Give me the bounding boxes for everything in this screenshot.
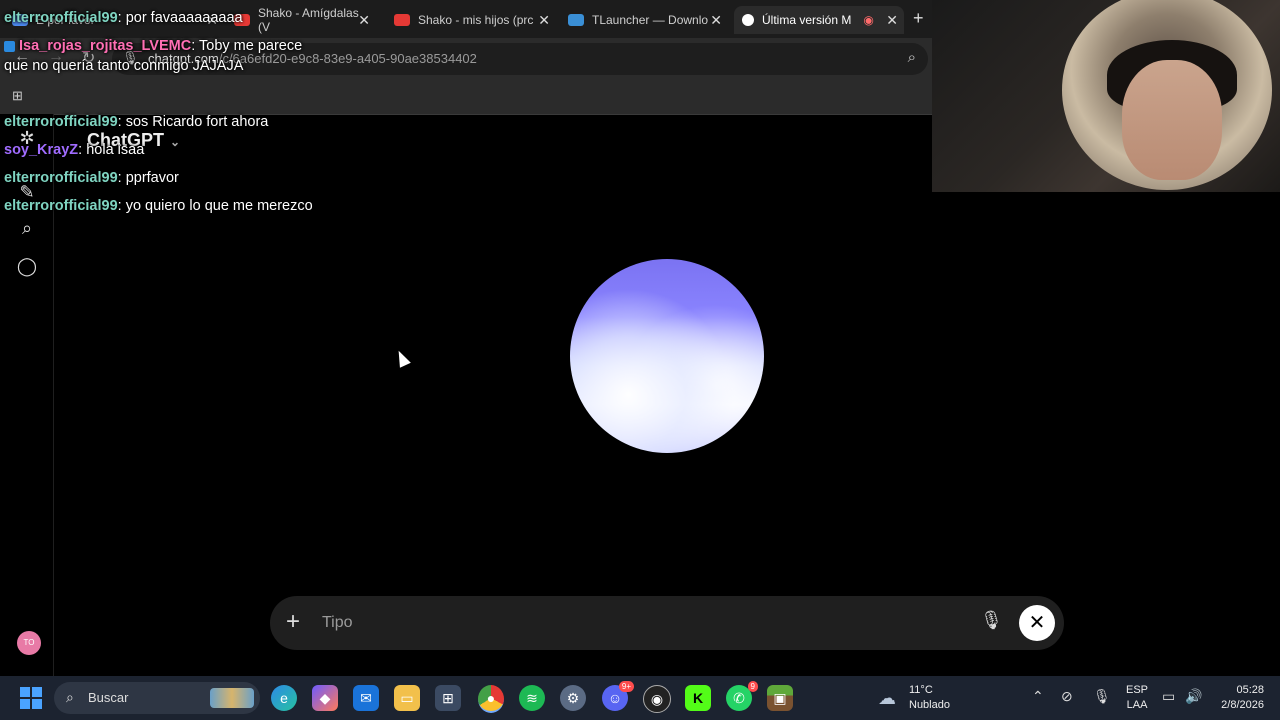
chat-text: : sos Ricardo fort ahora <box>117 114 269 130</box>
youtube-icon <box>394 14 410 26</box>
lang-code: ESP <box>1126 684 1149 696</box>
network-off-icon[interactable]: ⊘ <box>1061 688 1073 705</box>
close-voice-button[interactable]: ✕ <box>1019 605 1055 641</box>
spotify-icon[interactable]: ≋ <box>519 685 545 711</box>
cloud-icon: ☁ <box>878 688 896 708</box>
chat-username: elterrorofficial99 <box>4 170 118 186</box>
composer-bar: + Tipo 🎙 ✕ <box>270 596 1064 650</box>
copilot-icon[interactable]: ◆ <box>312 685 338 711</box>
chat-text: : por favaaaaaaaaa <box>117 10 243 26</box>
recording-icon: ◉ <box>863 13 874 27</box>
edge-icon[interactable]: e <box>271 685 297 711</box>
discord-badge: 9+ <box>618 681 634 692</box>
zoom-icon[interactable]: ⌕ <box>908 49 916 66</box>
chat-message: elterrorofficial99: sos Ricardo fort aho… <box>4 112 314 132</box>
whatsapp-badge: 9 <box>747 681 758 692</box>
search-highlight-image <box>210 688 254 708</box>
tab-4[interactable]: TLauncher — Downlo ✕ <box>560 6 728 34</box>
close-icon[interactable]: ✕ <box>710 12 722 29</box>
tlauncher-icon <box>568 14 584 26</box>
kick-icon[interactable]: K <box>685 685 711 711</box>
tab-label: Shako - mis hijos (prc <box>418 13 534 27</box>
new-tab-icon[interactable]: + <box>913 8 924 29</box>
system-clock[interactable]: 05:28 2/8/2026 <box>1212 683 1264 713</box>
chat-message: elterrorofficial99: yo quiero lo que me … <box>4 196 314 216</box>
close-icon[interactable]: ✕ <box>538 12 550 29</box>
lang-layout: LAA <box>1126 699 1148 711</box>
chat-text: : hola isaa <box>78 142 145 158</box>
plus-icon[interactable]: + <box>286 608 300 636</box>
discord-icon[interactable]: ☺ 9+ <box>602 681 634 711</box>
weather-widget[interactable]: ☁ 11°C Nublado <box>878 684 978 714</box>
chat-username: Isa_rojas_rojitas_LVEMC <box>19 38 192 54</box>
obs-icon[interactable]: ◉ <box>643 685 671 713</box>
chatgpt-icon <box>742 14 754 26</box>
chat-username: elterrorofficial99 <box>4 10 118 26</box>
avatar[interactable]: TO <box>17 631 41 655</box>
search-icon[interactable]: ⌕ <box>16 218 38 240</box>
weather-desc: Nublado <box>909 699 950 711</box>
webcam-feed <box>932 0 1280 192</box>
outlook-icon[interactable]: ✉ <box>353 685 379 711</box>
file-explorer-icon[interactable]: ▭ <box>394 685 420 711</box>
tab-5-active[interactable]: Última versión M ◉ ✕ <box>734 6 904 34</box>
close-icon[interactable]: ✕ <box>886 12 898 29</box>
webcam-face <box>1122 60 1222 180</box>
chrome-icon[interactable]: ● <box>478 685 504 713</box>
mic-icon[interactable]: 🎙 <box>1093 688 1111 705</box>
tab-3[interactable]: Shako - mis hijos (prc ✕ <box>386 6 556 34</box>
chat-text: : yo quiero lo que me merezco <box>117 198 313 214</box>
search-label: Buscar <box>88 690 129 705</box>
windows-start-icon[interactable] <box>20 687 42 709</box>
chat-username: elterrorofficial99 <box>4 198 118 214</box>
chat-message: soy_KrayZ: hola isaa <box>4 140 314 160</box>
clock-date: 2/8/2026 <box>1221 699 1264 711</box>
minecraft-icon[interactable]: ▣ <box>767 685 793 711</box>
badge-icon <box>4 40 15 52</box>
store-icon[interactable]: ⊞ <box>435 685 461 711</box>
language-indicator[interactable]: ESP LAA <box>1126 683 1148 713</box>
chevron-up-icon[interactable]: ⌃ <box>1032 688 1044 705</box>
apps-icon[interactable]: ⊞ <box>12 88 23 104</box>
windows-taskbar: ⌕ Buscar e ◆ ✉ ▭ ⊞ ● ≋ ⚙ ☺ 9+ ◉ K ✆ 9 ▣ ☁ … <box>0 676 1280 720</box>
bookmarks-bar: ⊞ <box>0 80 932 115</box>
tab-label: Última versión M <box>762 13 852 27</box>
chat-bubble-icon[interactable]: ◯ <box>16 256 38 278</box>
weather-temp: 11°C <box>909 684 933 696</box>
mic-icon[interactable]: 🎙 <box>980 610 1003 631</box>
chat-message: elterrorofficial99: pprfavor <box>4 168 314 188</box>
mouse-cursor-icon <box>393 348 411 368</box>
chat-username: elterrorofficial99 <box>4 114 118 130</box>
chat-username: soy_KrayZ <box>4 142 79 158</box>
voice-orb <box>570 259 764 453</box>
tab-label: TLauncher — Downlo <box>592 13 709 27</box>
taskbar-search[interactable]: ⌕ Buscar <box>54 682 260 714</box>
whatsapp-icon[interactable]: ✆ 9 <box>726 681 758 711</box>
chat-message: Isa_rojas_rojitas_LVEMC: Toby me parece … <box>4 36 314 76</box>
clock-time: 05:28 <box>1236 684 1264 696</box>
display-icon[interactable]: ▭ <box>1162 688 1175 705</box>
composer-input[interactable]: Tipo <box>322 614 353 632</box>
close-icon[interactable]: ✕ <box>358 12 370 29</box>
chat-text: : pprfavor <box>117 170 179 186</box>
settings-gear-icon[interactable]: ⚙ <box>560 685 586 711</box>
volume-icon[interactable]: 🔊 <box>1185 688 1202 705</box>
chat-message: elterrorofficial99: por favaaaaaaaaa <box>4 8 314 28</box>
search-icon: ⌕ <box>66 689 74 705</box>
